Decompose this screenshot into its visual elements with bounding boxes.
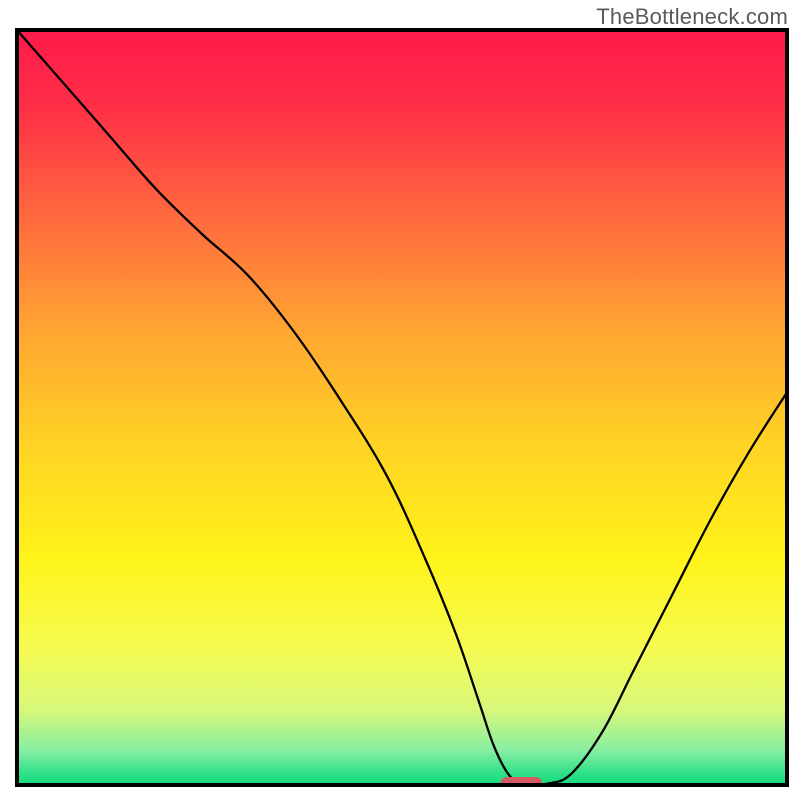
gradient-background [17,30,787,785]
chart-container: TheBottleneck.com [0,0,800,800]
bottleneck-chart [0,0,800,800]
watermark-text: TheBottleneck.com [596,4,788,30]
